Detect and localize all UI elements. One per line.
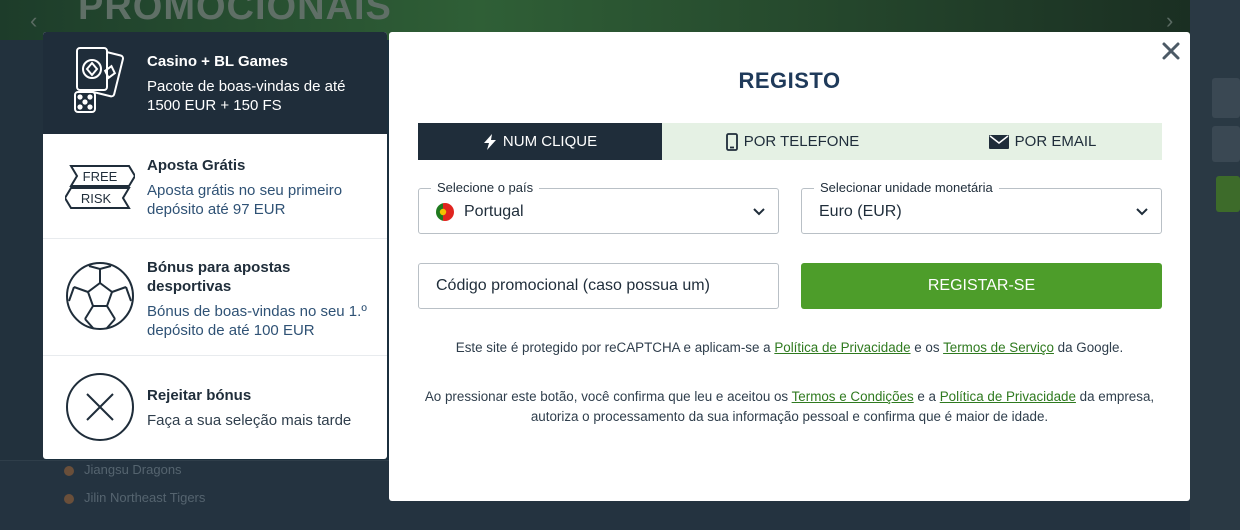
privacy-policy-link[interactable]: Política de Privacidade — [774, 340, 910, 355]
risk-label: RISK — [81, 191, 112, 206]
registration-tabs: NUM CLIQUE POR TELEFONE POR EMAIL — [418, 123, 1162, 160]
free-label: FREE — [83, 169, 118, 184]
close-icon[interactable] — [1160, 40, 1182, 62]
promo-code-input[interactable] — [418, 263, 779, 309]
portugal-flag-icon — [436, 203, 454, 221]
terms-conditions-link[interactable]: Termos e Condições — [792, 389, 914, 404]
consent-notice: Ao pressionar este botão, você confirma … — [424, 389, 1155, 424]
tab-phone[interactable]: POR TELEFONE — [662, 123, 923, 160]
envelope-icon — [988, 134, 1009, 149]
soccer-ball-icon — [66, 262, 134, 330]
bonus-description: Pacote de boas-vindas de até 1500 EUR + … — [147, 78, 346, 114]
bonus-selection-panel: Casino + BL Games Pacote de boas-vindas … — [43, 32, 387, 459]
bonus-description: Faça a sua seleção mais tarde — [147, 412, 352, 429]
currency-select[interactable]: Selecionar unidade monetária Euro (EUR) — [801, 180, 1162, 234]
tab-label: NUM CLIQUE — [502, 133, 598, 150]
free-risk-icon: FREE RISK — [65, 165, 135, 209]
cards-dice-icon — [74, 47, 124, 113]
background-row: Jiangsu Dragons — [40, 462, 182, 486]
banner-title: PROMOCIONAIS — [78, 0, 392, 28]
bonus-option-free-bet[interactable]: FREE RISK Aposta Grátis Aposta grátis no… — [43, 134, 387, 239]
bonus-description: Aposta grátis no seu primeiro depósito a… — [147, 182, 343, 218]
company-privacy-link[interactable]: Política de Privacidade — [940, 389, 1076, 404]
register-button[interactable]: REGISTAR-SE — [801, 263, 1162, 309]
registration-modal: REGISTO NUM CLIQUE POR TELEFONE POR EMAI… — [389, 32, 1190, 501]
reject-x-icon — [66, 373, 134, 441]
chevron-down-icon — [753, 208, 765, 216]
country-value: Portugal — [464, 203, 524, 220]
tab-one-click[interactable]: NUM CLIQUE — [418, 123, 662, 160]
background-left-column — [0, 40, 44, 530]
lightning-icon — [483, 133, 496, 150]
bonus-title: Casino + BL Games — [147, 53, 289, 70]
bonus-option-casino[interactable]: Casino + BL Games Pacote de boas-vindas … — [43, 32, 387, 134]
background-right-card — [1212, 78, 1240, 118]
bonus-title: Aposta Grátis — [147, 157, 246, 174]
bonus-description: Bónus de boas-vindas no seu 1.º depósito… — [147, 303, 367, 339]
phone-icon — [725, 132, 738, 151]
tab-label: POR TELEFONE — [743, 133, 860, 150]
terms-of-service-link[interactable]: Termos de Serviço — [943, 340, 1054, 355]
tab-email[interactable]: POR EMAIL — [923, 123, 1162, 160]
bonus-title: Bónus para apostas desportivas — [147, 259, 291, 295]
country-select[interactable]: Selecione o país Portugal — [418, 180, 779, 234]
country-select-label: Selecione o país — [431, 180, 540, 196]
chevron-down-icon — [1136, 208, 1148, 216]
banner-prev-icon: ‹ — [30, 8, 38, 33]
modal-title: REGISTO — [738, 68, 841, 93]
recaptcha-notice: Este site é protegido por reCAPTCHA e ap… — [455, 340, 1124, 355]
currency-value: Euro (EUR) — [819, 203, 902, 220]
bonus-option-reject[interactable]: Rejeitar bónus Faça a sua seleção mais t… — [43, 356, 387, 459]
tab-label: POR EMAIL — [1014, 133, 1097, 150]
background-row: Jilin Northeast Tigers — [40, 490, 205, 514]
bonus-option-sports[interactable]: Bónus para apostas desportivas Bónus de … — [43, 239, 387, 356]
background-right-card — [1212, 126, 1240, 162]
background-right-button — [1216, 176, 1240, 212]
banner-next-icon: › — [1166, 8, 1174, 33]
bonus-title: Rejeitar bónus — [147, 387, 252, 404]
currency-select-label: Selecionar unidade monetária — [814, 180, 999, 196]
